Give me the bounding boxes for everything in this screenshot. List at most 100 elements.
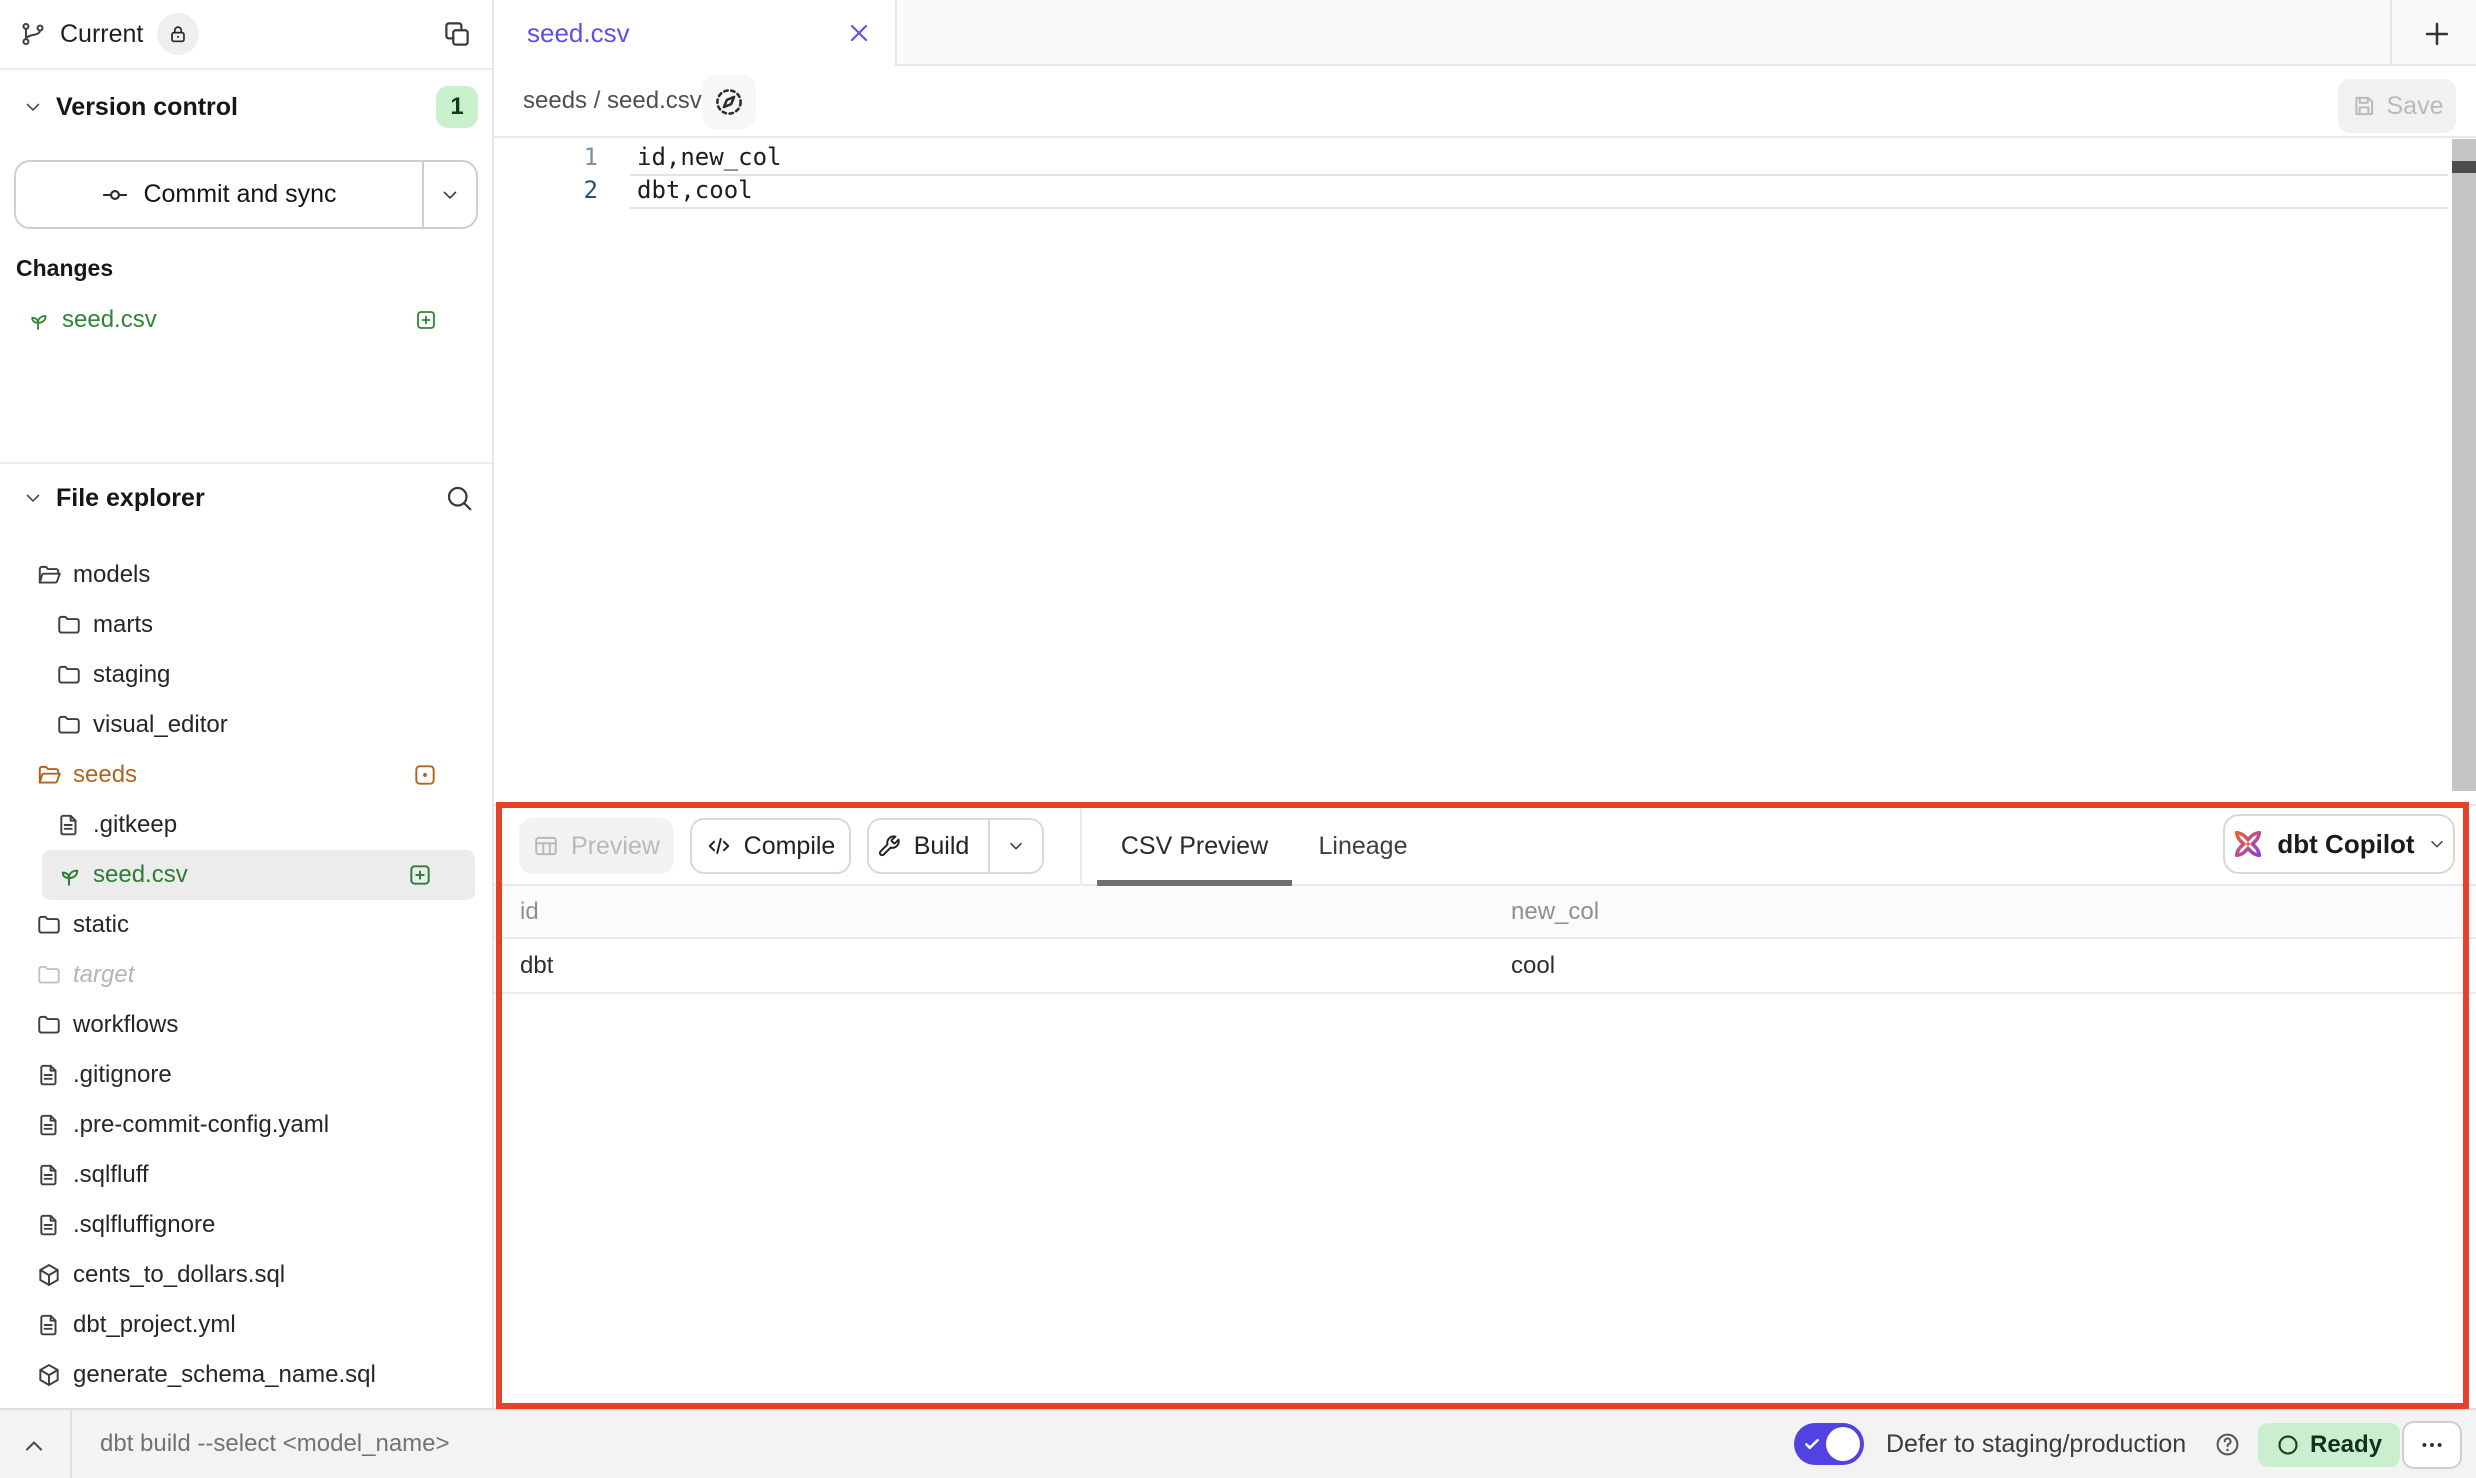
preview-button[interactable]: Preview [519, 818, 674, 874]
help-circle-icon[interactable] [2214, 1431, 2241, 1458]
file-name: target [73, 961, 134, 989]
folder-icon [36, 1012, 62, 1038]
save-button[interactable]: Save [2338, 79, 2456, 133]
search-icon[interactable] [444, 483, 474, 513]
compile-button[interactable]: Compile [690, 818, 851, 874]
file-name: visual_editor [93, 711, 228, 739]
file-row[interactable]: target [14, 950, 478, 1000]
file-row[interactable]: dbt_project.yml [14, 1300, 478, 1350]
table-icon [533, 833, 559, 859]
file-icon [36, 1062, 62, 1088]
commit-and-sync-button[interactable]: Commit and sync [16, 162, 422, 227]
file-icon [36, 1312, 62, 1338]
close-icon[interactable] [845, 19, 873, 47]
file-row[interactable]: seeds [14, 750, 478, 800]
tabbar-divider [2390, 0, 2392, 66]
editor-line[interactable]: 2dbt,cool [494, 174, 2476, 207]
commit-options-dropdown[interactable] [422, 162, 476, 227]
file-row[interactable]: marts [14, 600, 478, 650]
file-name: marts [93, 611, 153, 639]
seedling-icon [56, 862, 82, 888]
file-row[interactable]: .sqlfluff [14, 1150, 478, 1200]
tab-lineage[interactable]: Lineage [1303, 806, 1423, 886]
tab-seed-csv[interactable]: seed.csv [494, 0, 897, 66]
branch-lock-badge [157, 13, 199, 55]
editor-scrollbar[interactable] [2452, 139, 2476, 791]
dbt-copilot-button[interactable]: dbt Copilot [2223, 814, 2455, 874]
file-row[interactable]: cents_to_dollars.sql [14, 1250, 478, 1300]
file-row[interactable]: generate_schema_name.sql [14, 1350, 478, 1400]
file-row[interactable]: workflows [14, 1000, 478, 1050]
tab-csv-preview[interactable]: CSV Preview [1097, 806, 1292, 886]
table-row: dbtcool [494, 939, 2476, 994]
status-label: Ready [2310, 1431, 2382, 1459]
commit-and-sync-split-button: Commit and sync [14, 160, 478, 229]
git-commit-icon [101, 181, 129, 209]
breadcrumb: seeds / seed.csv [523, 66, 702, 136]
git-branch-icon [20, 21, 46, 47]
new-tab-plus-icon[interactable] [2420, 17, 2454, 51]
breadcrumb-bar: seeds / seed.csv Save [494, 66, 2476, 138]
file-row[interactable]: seed.csv [42, 850, 475, 900]
more-options-button[interactable] [2402, 1421, 2462, 1469]
file-icon [36, 1162, 62, 1188]
file-name: .pre-commit-config.yaml [73, 1111, 329, 1139]
file-explorer-header[interactable]: File explorer [14, 464, 478, 532]
build-options-dropdown[interactable] [988, 820, 1042, 872]
chevron-down-icon [439, 184, 461, 206]
build-button[interactable]: Build [869, 820, 976, 872]
compile-button-label: Compile [744, 832, 836, 861]
version-control-header[interactable]: Version control 1 [14, 70, 478, 144]
branch-name: Current [60, 20, 143, 49]
section-title: File explorer [56, 484, 205, 513]
ellipsis-icon [2419, 1432, 2445, 1458]
file-row[interactable]: .pre-commit-config.yaml [14, 1100, 478, 1150]
status-bar: dbt build --select <model_name> Defer to… [0, 1408, 2476, 1478]
copilot-button-label: dbt Copilot [2277, 829, 2414, 860]
seedling-icon [26, 308, 50, 332]
toggle-knob [1826, 1427, 1860, 1461]
lock-icon [167, 23, 189, 45]
file-row[interactable]: models [14, 550, 478, 600]
file-row[interactable]: .sqlfluffignore [14, 1200, 478, 1250]
lineage-compass-button[interactable] [702, 75, 756, 129]
build-button-label: Build [914, 832, 970, 861]
file-row[interactable]: static [14, 900, 478, 950]
changed-file-row[interactable]: seed.csv [14, 298, 478, 342]
file-row[interactable]: .gitignore [14, 1050, 478, 1100]
editor-line[interactable]: 1id,new_col [494, 141, 2476, 174]
tab-label: seed.csv [527, 18, 630, 49]
plus-square-icon [414, 308, 438, 332]
file-icon [56, 812, 82, 838]
status-circle-icon [2276, 1433, 2300, 1457]
line-content: id,new_col [612, 141, 782, 174]
file-name: .sqlfluff [73, 1161, 149, 1189]
copy-icon[interactable] [442, 19, 472, 49]
code-editor[interactable]: 1id,new_col2dbt,cool [494, 138, 2476, 804]
editor-lines: 1id,new_col2dbt,cool [494, 138, 2476, 207]
folder-icon [56, 712, 82, 738]
folder-icon [36, 962, 62, 988]
table-cell: dbt [494, 952, 1485, 980]
file-name: seed.csv [93, 861, 188, 889]
defer-toggle[interactable] [1794, 1423, 1864, 1465]
file-row[interactable]: staging [14, 650, 478, 700]
chevron-down-icon [1006, 836, 1026, 856]
csv-preview-table: idnew_coldbtcool [494, 886, 2476, 994]
file-row[interactable]: visual_editor [14, 700, 478, 750]
command-input[interactable]: dbt build --select <model_name> [100, 1410, 450, 1478]
cube-icon [36, 1362, 62, 1388]
branch-header: Current [0, 0, 492, 70]
statusbar-divider [70, 1410, 72, 1478]
file-row[interactable]: .gitkeep [14, 800, 478, 850]
chevron-down-icon [2427, 834, 2447, 854]
file-name: dbt_project.yml [73, 1311, 236, 1339]
dbt-cloud-ide: Current Version control 1 Commit and syn… [0, 0, 2476, 1478]
section-title: Version control [56, 93, 238, 122]
folder-icon [56, 662, 82, 688]
line-number: 2 [494, 174, 612, 207]
chevron-up-icon[interactable] [20, 1432, 48, 1460]
chevron-down-icon [22, 96, 44, 118]
file-name: .gitignore [73, 1061, 172, 1089]
cube-icon [36, 1262, 62, 1288]
